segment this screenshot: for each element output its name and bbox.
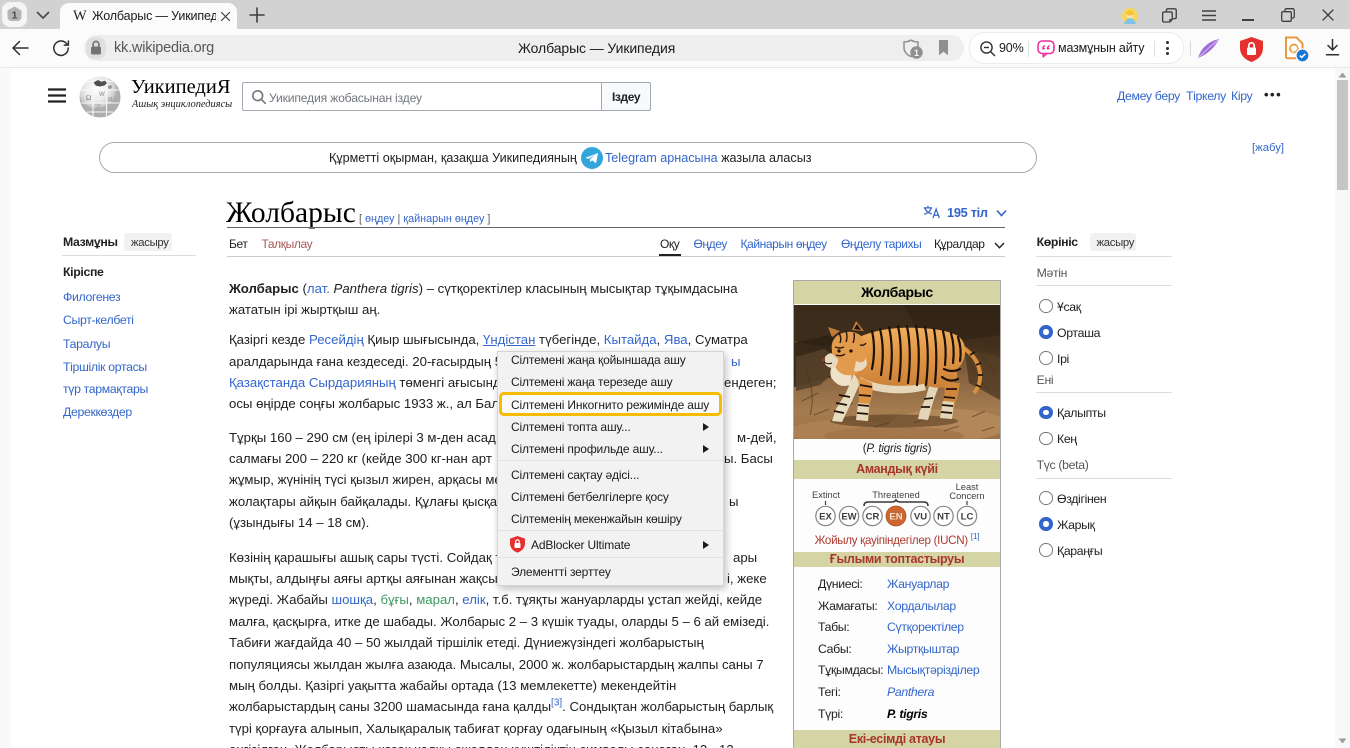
svg-text:1: 1 <box>12 10 18 22</box>
svg-text:EX: EX <box>819 512 832 523</box>
svg-text:Extinct: Extinct <box>812 490 840 500</box>
svg-text:CR: CR <box>866 512 880 523</box>
svg-text:字: 字 <box>95 103 101 111</box>
svg-text:Ω: Ω <box>86 94 91 102</box>
svg-text:VU: VU <box>914 512 927 523</box>
svg-text:1: 1 <box>914 48 919 58</box>
svg-text:Concern: Concern <box>949 491 984 501</box>
svg-text:EW: EW <box>841 512 856 523</box>
svg-text:NT: NT <box>937 512 950 523</box>
svg-text:И: И <box>108 97 113 103</box>
svg-text:LC: LC <box>961 512 974 523</box>
svg-text:W: W <box>99 92 105 98</box>
svg-text:EN: EN <box>889 512 902 523</box>
